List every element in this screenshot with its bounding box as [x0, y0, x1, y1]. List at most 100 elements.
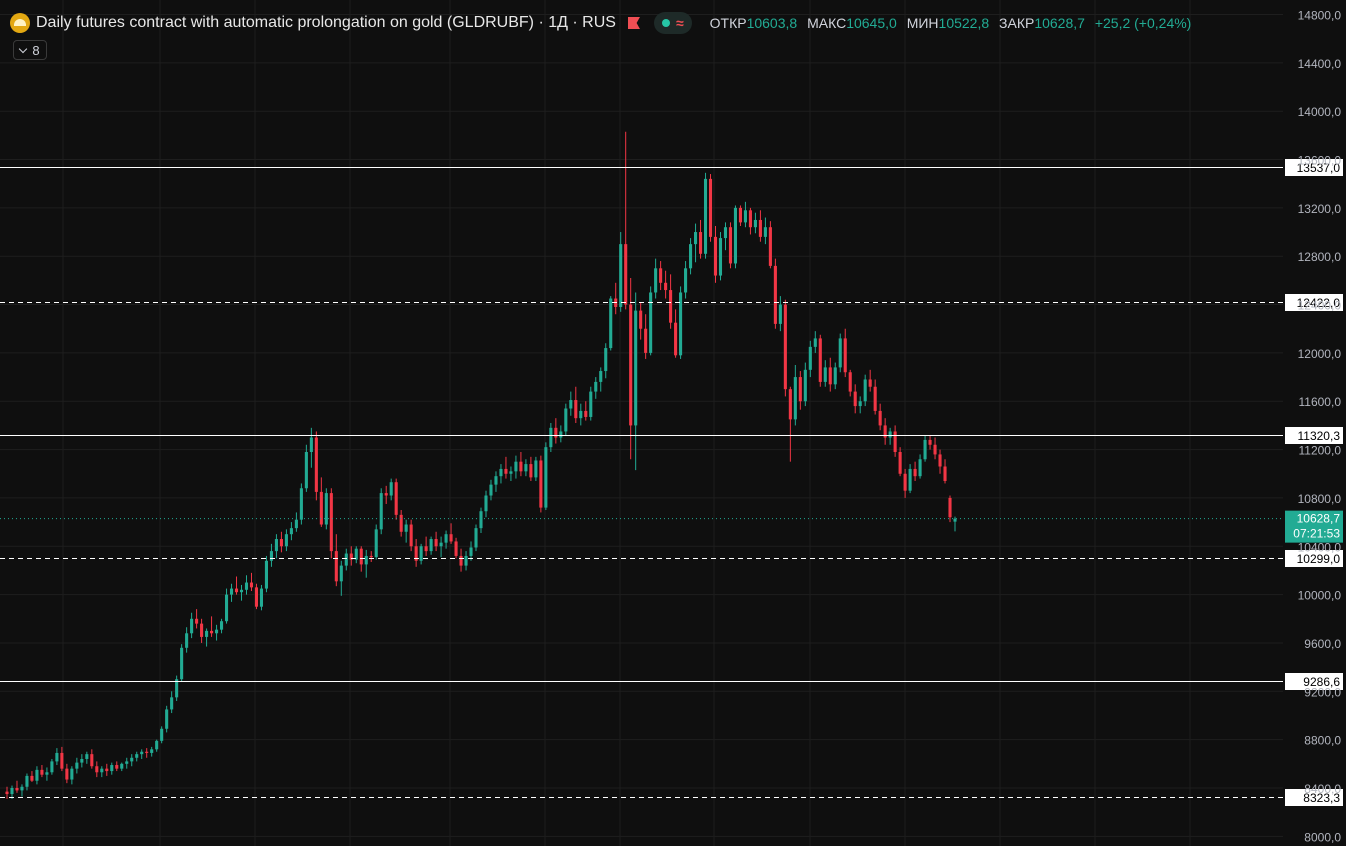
candle-body [200, 623, 204, 637]
candle [813, 331, 817, 353]
candle [364, 549, 368, 578]
candle-body [913, 468, 917, 477]
candle-body [828, 367, 832, 385]
candle-body [763, 227, 767, 237]
candle [269, 543, 273, 567]
candle [763, 217, 767, 245]
candle [639, 302, 643, 340]
candle-body [524, 464, 528, 472]
candle-body [454, 541, 458, 556]
candle-body [464, 555, 468, 566]
price-axis: 8000,0 8400,0 8800,0 9200,0 9600,0 10000,0 104… [1298, 9, 1342, 845]
candle-body [60, 752, 64, 769]
candle [878, 403, 882, 431]
candle [738, 205, 742, 227]
candle-body [459, 555, 463, 566]
candle [205, 628, 209, 647]
flag-icon[interactable] [627, 17, 640, 29]
candle [838, 333, 842, 373]
candle-body [384, 493, 388, 496]
candle-body [574, 400, 578, 419]
candle [249, 572, 254, 591]
candle [70, 766, 74, 785]
candle-body [838, 338, 842, 368]
candle-body [514, 461, 518, 472]
candle-body [135, 754, 139, 758]
candle [244, 575, 249, 595]
candle-body [150, 749, 154, 753]
candle [529, 456, 533, 482]
candle [828, 357, 832, 392]
candle-body [65, 768, 69, 780]
candle-body [878, 410, 882, 426]
candle [584, 401, 588, 421]
candle [464, 551, 468, 571]
candle [743, 201, 747, 228]
candle [234, 576, 239, 595]
candle [130, 754, 134, 767]
candle-body [399, 514, 403, 532]
price-chart[interactable]: 13537,012422,011320,310299,09286,68323,3… [0, 0, 1346, 846]
candle [873, 379, 877, 415]
chevron-down-icon [19, 44, 28, 53]
candle-body [813, 338, 817, 347]
candle [848, 369, 852, 397]
candle-body [10, 787, 14, 795]
candle [494, 471, 498, 492]
candle [918, 454, 922, 479]
candle [229, 583, 234, 602]
candle-body [559, 431, 563, 438]
candle-body [110, 765, 114, 772]
candle [75, 757, 79, 774]
candle [868, 369, 872, 392]
candle [284, 529, 288, 552]
candle-body [938, 454, 942, 467]
candle [684, 261, 688, 299]
candle [274, 534, 278, 559]
candle-body [474, 528, 478, 548]
y-tick-label: 13200,0 [1298, 202, 1342, 216]
indicators-count: 8 [32, 42, 40, 58]
candle-body [504, 468, 508, 474]
y-tick-label: 9600,0 [1304, 637, 1341, 651]
y-tick-label: 13600,0 [1298, 154, 1342, 168]
candle [150, 746, 154, 757]
candle-body [130, 757, 134, 762]
candle-body [569, 400, 573, 409]
candle-body [409, 524, 413, 547]
candle-body [424, 546, 428, 552]
candle [304, 444, 308, 492]
candle-body [15, 787, 19, 791]
indicators-toggle-button[interactable]: 8 [13, 40, 47, 60]
candle [324, 488, 328, 530]
candle-body [644, 328, 648, 353]
ohlc-values: ОТКР10603,8 МАКС10645,0 МИН10522,8 ЗАКР1… [704, 15, 1192, 31]
candle-body [928, 439, 932, 445]
candle [549, 423, 553, 453]
candle-body [170, 697, 174, 710]
candle-body [254, 587, 259, 607]
open-value: 10603,8 [746, 15, 798, 31]
candle-body [833, 367, 837, 385]
candle [254, 583, 259, 610]
candle-body [519, 461, 523, 472]
y-tick-label: 14000,0 [1298, 105, 1342, 119]
low-label: МИН [906, 15, 939, 31]
candle-body [624, 244, 628, 305]
candle-body [165, 709, 169, 729]
candle-body [629, 304, 633, 426]
candle-body [684, 268, 688, 293]
candle-body [155, 740, 159, 750]
market-status-pill[interactable]: ≈ [653, 12, 692, 34]
instrument-title[interactable]: Daily futures contract with automatic pr… [36, 14, 616, 32]
candle-body [85, 754, 89, 759]
candle [783, 299, 787, 397]
candle [609, 296, 613, 351]
candle [100, 766, 104, 778]
candle [843, 328, 847, 378]
y-tick-label: 11600,0 [1299, 395, 1342, 409]
candle [768, 221, 772, 269]
candle-body [773, 265, 777, 324]
candle-body [299, 488, 303, 520]
candle [898, 447, 902, 477]
